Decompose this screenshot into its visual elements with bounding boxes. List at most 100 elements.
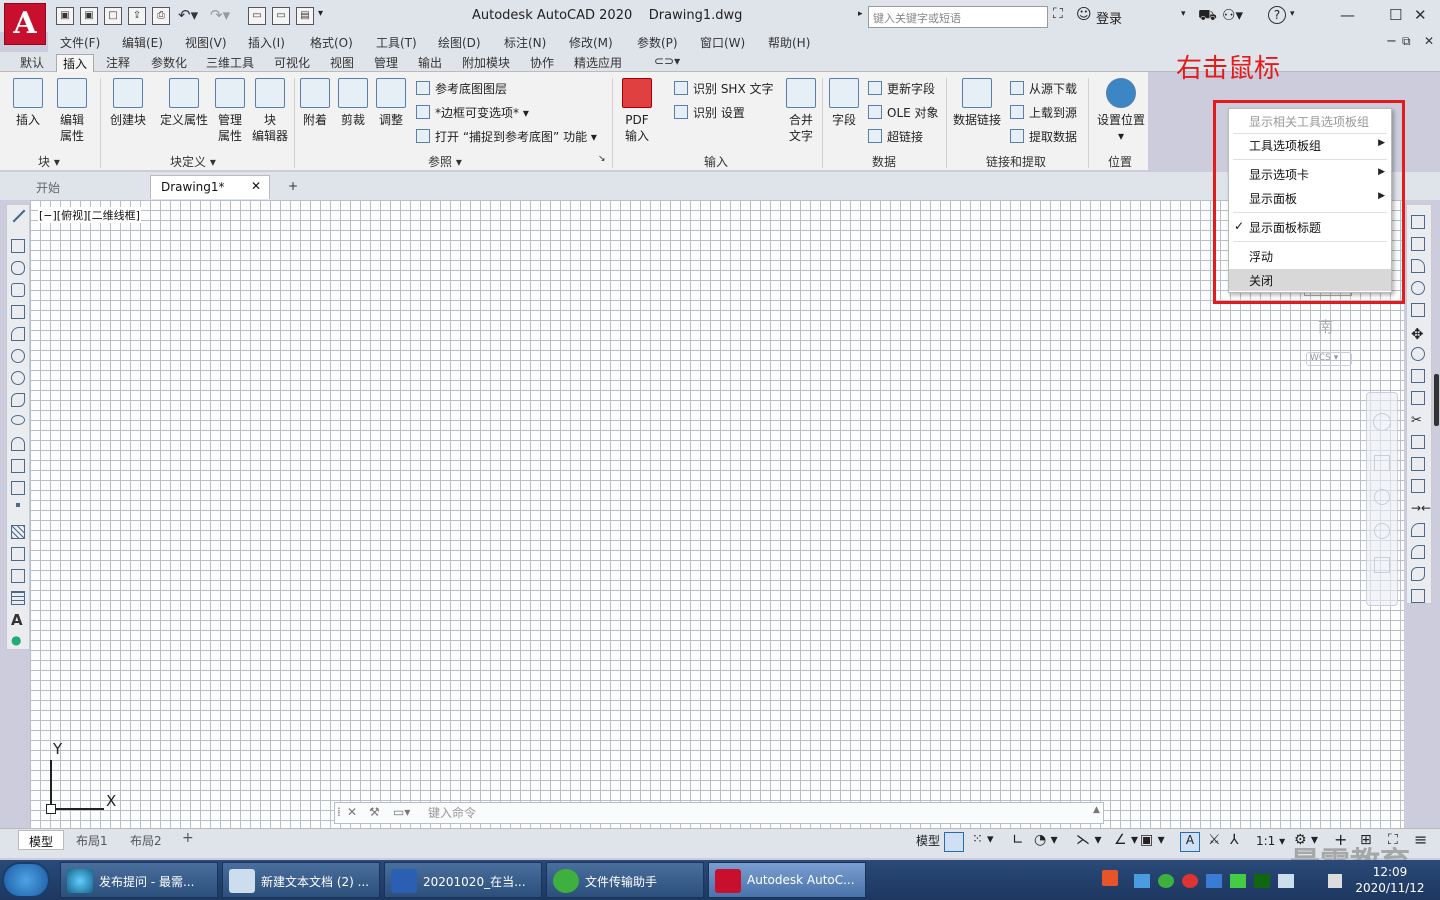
tab-featured-apps[interactable]: 精选应用 [568, 54, 628, 72]
tab-parametric[interactable]: 参数化 [145, 54, 193, 72]
open-folder-icon[interactable]: ▭ [248, 7, 266, 25]
spline-icon[interactable] [11, 393, 25, 407]
construction-line-icon[interactable] [11, 239, 25, 253]
taskbar-ie[interactable]: 发布提问 - 最需... [60, 862, 218, 898]
tab-drawing1[interactable]: Drawing1* ✕ [150, 175, 270, 199]
download-from-source-button[interactable]: 从源下载 [1010, 80, 1077, 97]
nvidia-tray-icon[interactable] [1254, 874, 1270, 888]
object-snap-icon[interactable]: ▣ ▾ [1140, 832, 1165, 848]
manage-attributes-button[interactable]: 管理 属性 [212, 78, 248, 144]
search-input[interactable]: 键入关键字或短语 [868, 6, 1048, 28]
tab-annotate[interactable]: 注释 [100, 54, 136, 72]
customize-dropdown-icon[interactable]: ▾ [318, 8, 323, 19]
help-icon[interactable]: ? [1268, 6, 1286, 24]
recent-commands-icon[interactable]: ▭▾ [393, 805, 410, 819]
tab-start[interactable]: 开始 [26, 175, 70, 199]
tab-3d-tools[interactable]: 三维工具 [200, 54, 260, 72]
command-input[interactable]: 键入命令 [428, 804, 476, 821]
table-icon[interactable] [11, 591, 25, 605]
fillet-icon[interactable] [1411, 545, 1425, 559]
chamfer-icon[interactable] [1411, 523, 1425, 537]
taskbar-word[interactable]: 20201020_在当... [384, 862, 542, 898]
volume-tray-icon[interactable] [1328, 874, 1342, 888]
update-fields-button[interactable]: 更新字段 [868, 80, 935, 97]
offset-icon[interactable] [1411, 281, 1425, 295]
pan-icon[interactable] [1374, 455, 1390, 471]
menu-window[interactable]: 窗口(W) [700, 34, 745, 51]
customize-cmd-icon[interactable]: ⚒ [369, 805, 380, 819]
scale-icon[interactable] [1411, 369, 1425, 383]
define-attributes-button[interactable]: 定义属性 [156, 78, 212, 128]
security-tray-icon[interactable] [1206, 874, 1222, 888]
array-icon[interactable] [1411, 303, 1425, 317]
layout-tab-model[interactable]: 模型 [18, 830, 65, 850]
maximize-icon[interactable]: ☐ [1389, 6, 1402, 24]
wechat-tray-icon[interactable] [1158, 874, 1174, 888]
panel-launcher-icon[interactable]: ↘ [598, 154, 606, 164]
grid-icon[interactable] [944, 832, 964, 852]
merge-text-button[interactable]: 合并 文字 [782, 78, 820, 144]
extract-data-button[interactable]: 提取数据 [1010, 128, 1077, 145]
ellipse-arc-icon[interactable] [11, 437, 25, 451]
explode-icon[interactable] [1411, 589, 1425, 603]
tab-output[interactable]: 输出 [412, 54, 448, 72]
line-icon[interactable] [12, 209, 26, 223]
panel-title-block[interactable]: 块 ▾ [38, 153, 60, 170]
extend-icon[interactable] [1411, 435, 1425, 449]
ortho-icon[interactable]: ∟ [1012, 832, 1024, 848]
add-selected-icon[interactable]: ● [11, 633, 25, 647]
taskbar-autocad[interactable]: Autodesk AutoC... [708, 862, 866, 898]
help-dropdown-icon[interactable]: ▾ [1290, 9, 1295, 19]
revision-cloud-icon[interactable] [11, 371, 25, 385]
snap-underlay-button[interactable]: 打开 “捕捉到参考底图” 功能 ▾ [416, 128, 597, 145]
insert-block-tool-icon[interactable] [11, 459, 25, 473]
search-expand-icon[interactable]: ▸ [858, 9, 863, 19]
save-icon[interactable]: ▣ [56, 7, 74, 25]
scale-selector[interactable]: 1:1 ▾ [1256, 834, 1285, 848]
menu-draw[interactable]: 绘图(D) [438, 34, 481, 51]
move-icon[interactable]: ✥ [1411, 325, 1425, 343]
edit-attributes-button[interactable]: 编辑 属性 [52, 78, 92, 144]
close-tab-icon[interactable]: ✕ [251, 179, 261, 193]
app-tray-icon[interactable] [1230, 874, 1246, 888]
model-space-button[interactable]: 模型 [916, 832, 940, 849]
erase-icon[interactable] [1411, 215, 1425, 229]
hatch-icon[interactable] [11, 525, 25, 539]
menu-float[interactable]: 浮动 [1229, 245, 1391, 267]
qq-tray-icon[interactable] [1134, 874, 1150, 888]
data-link-button[interactable]: 数据链接 [950, 78, 1004, 128]
viewport-controls[interactable]: [−][俯视][二维线框] [38, 207, 141, 223]
break-icon[interactable] [1411, 479, 1425, 493]
blend-curves-icon[interactable] [1411, 567, 1425, 581]
close-cmd-icon[interactable]: ✕ [347, 805, 357, 819]
isodraft-icon[interactable]: ⋋ ▾ [1076, 832, 1101, 848]
set-location-button[interactable]: 设置位置 ▾ [1094, 78, 1148, 144]
taskbar-notepad[interactable]: 新建文本文档 (2) ... [222, 862, 380, 898]
recognize-settings-button[interactable]: 识别 设置 [674, 104, 745, 121]
menu-format[interactable]: 格式(O) [310, 34, 353, 51]
annotation-visibility-icon[interactable]: A [1180, 832, 1200, 852]
menu-show-panel-titles[interactable]: ✓ 显示面板标题 [1229, 216, 1391, 238]
panel-title-block-def[interactable]: 块定义 ▾ [170, 153, 216, 170]
rectangle-icon[interactable] [11, 305, 25, 319]
copy-icon[interactable] [1411, 237, 1425, 251]
hyperlink-button[interactable]: 超链接 [868, 128, 923, 145]
zoom-extents-icon[interactable] [1374, 489, 1390, 505]
customization-icon[interactable]: ≡ [1414, 830, 1427, 849]
attach-button[interactable]: 附着 [298, 78, 332, 128]
publish-icon[interactable]: ▤ [296, 7, 314, 25]
ole-object-button[interactable]: OLE 对象 [868, 104, 939, 121]
tab-collaborate[interactable]: 协作 [524, 54, 560, 72]
autocad-logo-button[interactable]: A [4, 3, 46, 45]
join-icon[interactable]: →← [1411, 501, 1431, 515]
menu-parametric[interactable]: 参数(P) [637, 34, 678, 51]
snap-mode-icon[interactable]: ⁙ ▾ [972, 832, 994, 847]
drawing-canvas[interactable] [30, 200, 1404, 828]
steering-wheel-icon[interactable] [1373, 413, 1391, 431]
mirror-icon[interactable] [1411, 259, 1425, 273]
polar-tracking-icon[interactable]: ◔ ▾ [1034, 832, 1058, 848]
auto-scale-icon[interactable]: ⚔ [1208, 832, 1221, 848]
frame-variable-button[interactable]: *边框可变选项* ▾ [416, 104, 529, 121]
trim-icon[interactable]: ✂ [1411, 413, 1425, 428]
panel-title-reference[interactable]: 参照 ▾ [428, 153, 462, 170]
